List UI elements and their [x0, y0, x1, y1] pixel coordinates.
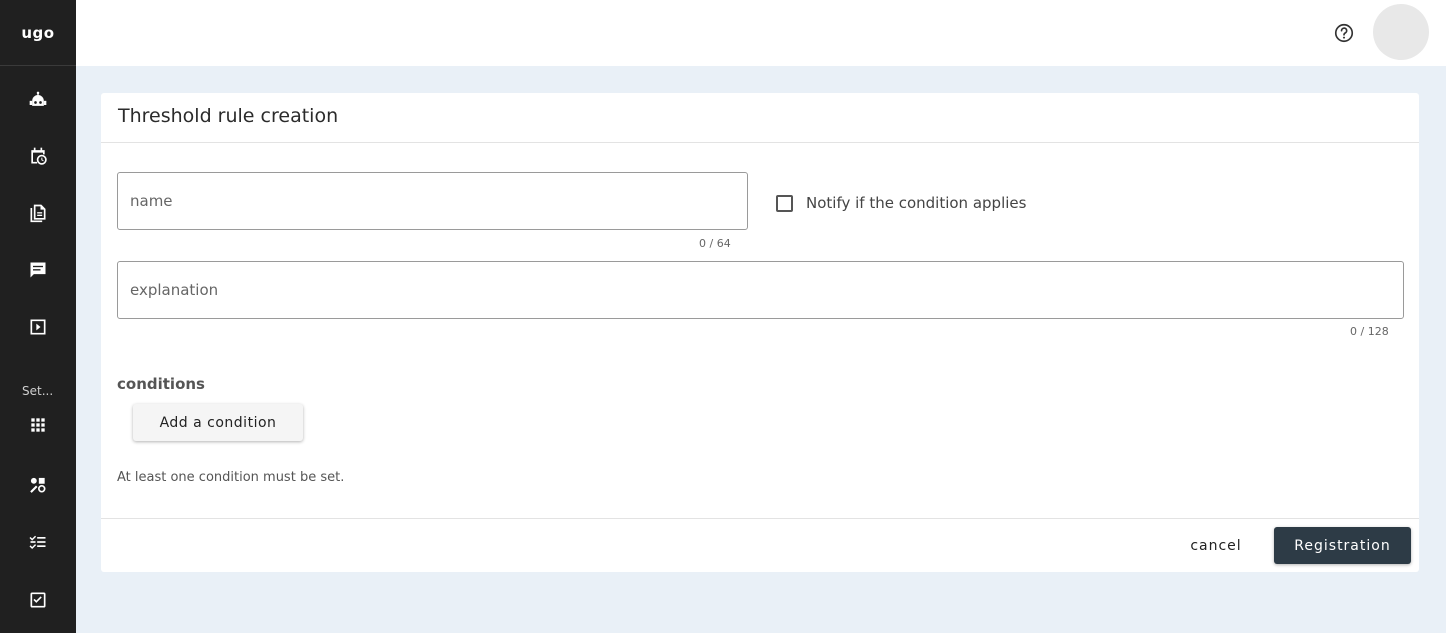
checklist-icon[interactable]: [24, 528, 52, 556]
grid-icon[interactable]: [24, 411, 52, 439]
robot-icon[interactable]: [24, 86, 52, 114]
documents-icon[interactable]: [24, 199, 52, 227]
divider: [101, 518, 1419, 519]
calendar-clock-icon[interactable]: [24, 142, 52, 170]
top-header: [76, 0, 1446, 66]
explanation-char-counter: 0 / 128: [1350, 325, 1389, 338]
sidebar-section-label: Set...: [22, 384, 54, 398]
play-box-icon[interactable]: [24, 313, 52, 341]
shapes-icon[interactable]: [24, 471, 52, 499]
cancel-button[interactable]: cancel: [1171, 527, 1261, 564]
conditions-heading: conditions: [117, 375, 205, 393]
name-char-counter: 0 / 64: [699, 237, 731, 250]
sidebar: ugo Set...: [0, 0, 76, 633]
user-avatar[interactable]: [1373, 4, 1429, 60]
chat-icon[interactable]: [24, 256, 52, 284]
app-logo[interactable]: ugo: [0, 0, 76, 66]
checkbox-icon[interactable]: [24, 586, 52, 614]
notify-checkbox-label[interactable]: Notify if the condition applies: [806, 194, 1026, 212]
threshold-rule-form: Threshold rule creation 0 / 64 Notify if…: [101, 93, 1419, 572]
notify-checkbox-row[interactable]: Notify if the condition applies: [776, 194, 1026, 212]
conditions-hint: At least one condition must be set.: [117, 470, 345, 485]
name-field[interactable]: [117, 172, 748, 230]
page-title: Threshold rule creation: [118, 105, 339, 127]
notify-checkbox[interactable]: [776, 194, 793, 212]
explanation-input[interactable]: [130, 262, 1391, 318]
divider: [101, 142, 1419, 143]
name-input[interactable]: [130, 173, 735, 229]
add-condition-button[interactable]: Add a condition: [133, 404, 303, 441]
registration-button[interactable]: Registration: [1274, 527, 1411, 564]
help-circle-icon[interactable]: [1332, 21, 1356, 45]
explanation-field[interactable]: [117, 261, 1404, 319]
